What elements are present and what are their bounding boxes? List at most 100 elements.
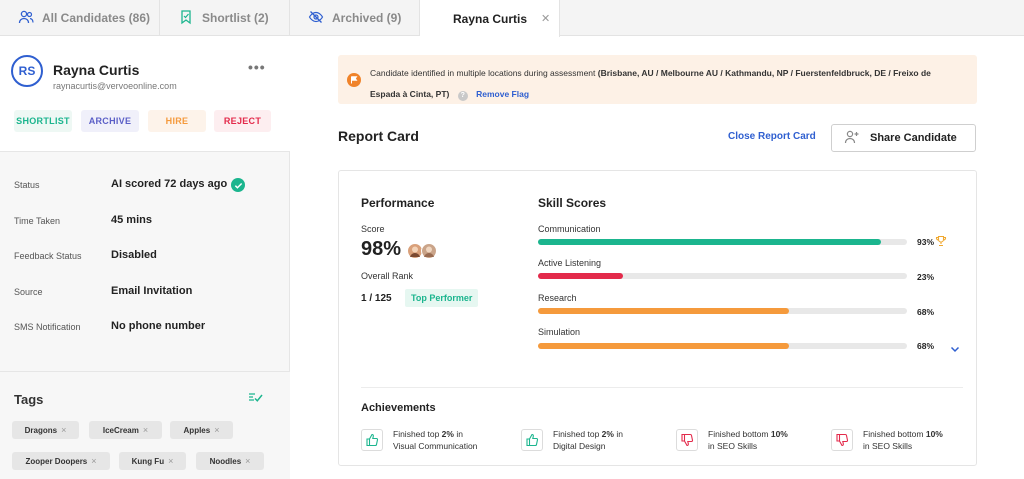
sms-notification-value: No phone number [111,320,206,332]
score-value: 98% [361,238,402,260]
tag-label: Zooper Doopers [25,456,88,466]
achievement-post: in [453,429,463,439]
achievement-text: Finished bottom 10% in SEO Skills [863,428,973,452]
hire-button[interactable]: HIRE [148,110,206,132]
time-taken-label: Time Taken [14,216,61,226]
tag-chip[interactable]: Noodles × [196,452,264,470]
more-icon[interactable]: ••• [248,59,266,75]
tags-title: Tags [14,392,44,407]
tags-section: Tags Dragons × IceCream × Apples × Zooper D… [0,371,290,479]
thumbs-down-icon [676,429,698,451]
source-value: Email Invitation [111,285,193,297]
tab-label: Shortlist (2) [202,11,269,25]
report-card-title: Report Card [338,128,419,144]
skill-name: Simulation [538,327,581,337]
achievement-pre: Finished bottom [863,429,926,439]
candidate-sidebar: RS Rayna Curtis raynacurtis@vervoeonline… [0,36,290,479]
tag-chip[interactable]: Apples × [170,421,233,439]
tag-label: IceCream [102,425,139,435]
close-icon[interactable]: ✕ [541,12,550,25]
tab-label: All Candidates (86) [42,11,151,25]
close-report-card-link[interactable]: Close Report Card [728,131,816,142]
reviewer-avatars [407,242,439,265]
feedback-status-label: Feedback Status [14,251,82,261]
tag-label: Dragons [24,425,58,435]
skill-name: Communication [538,224,601,234]
tag-chip[interactable]: IceCream × [89,421,162,439]
flag-message: Candidate identified in multiple locatio… [370,63,960,105]
tab-bar: All Candidates (86) Shortlist (2) Archiv… [0,0,1024,37]
status-label: Status [14,180,40,190]
skill-bar-track [538,308,907,314]
skill-percent: 68% [917,341,935,351]
remove-tag-icon[interactable]: × [168,456,173,466]
tag-chip[interactable]: Zooper Doopers × [12,452,110,470]
share-candidate-label: Share Candidate [870,132,957,144]
remove-tag-icon[interactable]: × [61,425,66,435]
feedback-status-value: Disabled [111,249,157,261]
reject-button[interactable]: REJECT [214,110,271,132]
candidate-name: Rayna Curtis [53,62,140,78]
achievement-pre: Finished top [553,429,602,439]
thumbs-down-icon [831,429,853,451]
achievement-line2: Visual Communication [393,441,478,451]
tag-chip[interactable]: Kung Fu × [119,452,186,470]
time-taken-value: 45 mins [111,214,152,226]
tab-shortlist[interactable]: Shortlist (2) [160,0,290,36]
location-flag-banner: Candidate identified in multiple locatio… [338,55,977,104]
chevron-down-icon[interactable] [950,340,960,358]
candidate-profile: RS Rayna Curtis raynacurtis@vervoeonline… [0,36,290,152]
score-label: Score [361,224,385,234]
tab-all-candidates[interactable]: All Candidates (86) [0,0,160,36]
skill-percent: 93% [917,237,935,247]
achievement-line2: Digital Design [553,441,606,451]
eye-off-icon [308,9,324,28]
skill-bar-track [538,239,907,245]
tag-chip[interactable]: Dragons × [12,421,79,439]
overall-rank-value: 1 / 125 [361,293,392,304]
shortlist-button[interactable]: SHORTLIST [14,110,72,132]
tag-label: Kung Fu [131,456,165,466]
divider [361,387,963,388]
remove-tag-icon[interactable]: × [91,456,96,466]
trophy-icon [935,234,947,252]
achievement-post: in [613,429,623,439]
remove-tag-icon[interactable]: × [143,425,148,435]
check-circle-icon [231,178,245,192]
skill-bar-track [538,273,907,279]
achievement-text: Finished top 2% in Visual Communication [393,428,503,452]
flag-text: Candidate identified in multiple locatio… [370,68,596,78]
tag-label: Noodles [209,456,242,466]
users-icon [18,9,34,28]
report-card: Performance Score 98% Overall Rank 1 / 1… [338,170,977,466]
skill-percent: 68% [917,307,935,317]
status-value: AI scored 72 days ago [111,178,228,190]
tab-rayna-curtis[interactable]: Rayna Curtis ✕ [420,0,560,37]
sms-notification-label: SMS Notification [14,322,81,332]
remove-tag-icon[interactable]: × [245,456,250,466]
share-candidate-button[interactable]: Share Candidate [831,124,976,152]
archive-button[interactable]: ARCHIVE [81,110,139,132]
help-icon[interactable]: ? [457,91,468,101]
achievements-title: Achievements [361,402,436,414]
flag-icon [347,73,361,87]
skill-bar-fill [538,308,789,314]
skill-percent: 23% [917,272,935,282]
skill-scores-title: Skill Scores [538,196,607,210]
skill-name: Active Listening [538,258,602,268]
performance-title: Performance [361,196,435,210]
tab-archived[interactable]: Archived (9) [290,0,420,36]
remove-tag-icon[interactable]: × [214,425,219,435]
achievement-num: 10% [770,429,788,439]
achievement-line2: in SEO Skills [708,441,758,451]
source-label: Source [14,287,43,297]
overall-rank-label: Overall Rank [361,271,414,281]
achievement-num: 10% [925,429,943,439]
edit-tags-icon[interactable] [247,390,263,409]
achievement-pre: Finished bottom [708,429,771,439]
skill-bar-fill [538,343,789,349]
remove-flag-link[interactable]: Remove Flag [476,89,529,99]
achievement-num: 2% [441,429,454,439]
candidate-email: raynacurtis@vervoeonline.com [53,81,177,91]
thumbs-up-icon [361,429,383,451]
